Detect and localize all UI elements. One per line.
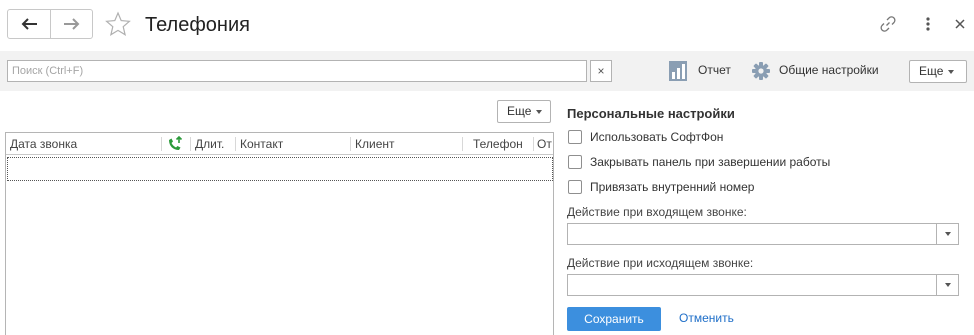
chevron-down-icon	[944, 283, 951, 287]
search-clear-button[interactable]: ×	[590, 60, 612, 82]
cancel-link[interactable]: Отменить	[679, 311, 734, 325]
save-button[interactable]: Сохранить	[567, 307, 661, 331]
column-direction[interactable]	[162, 133, 190, 155]
bind-extension-checkbox[interactable]	[568, 180, 582, 194]
close-panel-checkbox[interactable]	[568, 155, 582, 169]
calls-table[interactable]: Дата звонка Длит. Контакт Клиент Телефон…	[5, 132, 554, 335]
list-more-button[interactable]: Еще	[497, 100, 551, 123]
page-title: Телефония	[145, 14, 250, 36]
incoming-action-value	[568, 227, 572, 241]
outgoing-action-dropdown-button[interactable]	[936, 275, 958, 295]
forward-button[interactable]	[50, 10, 92, 38]
arrow-right-icon	[63, 18, 79, 30]
chevron-down-icon	[944, 232, 951, 236]
star-icon[interactable]	[105, 11, 131, 37]
outgoing-action-select[interactable]	[567, 274, 959, 296]
close-icon[interactable]	[950, 14, 970, 34]
outgoing-action-value	[568, 278, 572, 292]
column-duration[interactable]: Длит.	[191, 133, 235, 155]
caret-down-icon	[536, 109, 543, 114]
list-more-button-label: Еще	[507, 104, 532, 118]
incoming-action-select[interactable]	[567, 223, 959, 245]
incoming-action-label: Действие при входящем звонке:	[567, 205, 747, 219]
bind-extension-label[interactable]: Привязать внутренний номер	[590, 180, 754, 194]
outgoing-action-label: Действие при исходящем звонке:	[567, 256, 754, 270]
gear-icon[interactable]	[751, 61, 771, 81]
use-softphone-checkbox[interactable]	[568, 130, 582, 144]
phone-outgoing-icon	[169, 135, 183, 150]
use-softphone-label[interactable]: Использовать СофтФон	[590, 130, 723, 144]
general-settings-button[interactable]: Общие настройки	[779, 63, 879, 77]
more-vertical-icon[interactable]	[922, 14, 934, 34]
column-from[interactable]: От	[534, 133, 553, 155]
table-row[interactable]	[7, 157, 553, 181]
column-client[interactable]: Клиент	[351, 133, 462, 155]
link-icon[interactable]	[878, 14, 898, 34]
column-contact[interactable]: Контакт	[236, 133, 350, 155]
personal-settings-title: Персональные настройки	[567, 106, 735, 121]
caret-down-icon	[948, 69, 955, 74]
search-input[interactable]: Поиск (Ctrl+F)	[7, 60, 587, 82]
navigation-buttons	[7, 9, 93, 39]
more-button[interactable]: Еще	[909, 60, 967, 83]
report-icon[interactable]	[668, 60, 688, 82]
table-header: Дата звонка Длит. Контакт Клиент Телефон…	[6, 133, 553, 155]
back-button[interactable]	[8, 10, 50, 38]
column-call-date[interactable]: Дата звонка	[6, 133, 161, 155]
column-phone[interactable]: Телефон	[463, 133, 533, 155]
close-panel-label[interactable]: Закрывать панель при завершении работы	[590, 155, 830, 169]
arrow-left-icon	[21, 18, 37, 30]
more-button-label: Еще	[919, 64, 944, 78]
incoming-action-dropdown-button[interactable]	[936, 224, 958, 244]
report-button[interactable]: Отчет	[698, 63, 731, 77]
